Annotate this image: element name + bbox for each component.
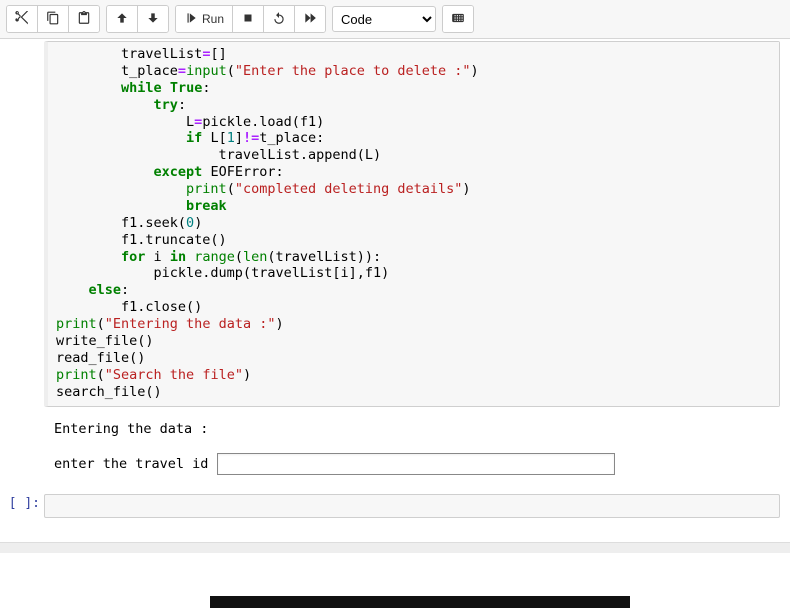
stop-icon — [241, 11, 255, 28]
code-cell: travelList=[] t_place=input("Enter the p… — [0, 39, 790, 413]
output-area: Entering the data : enter the travel id — [44, 413, 790, 485]
output-prompt — [0, 413, 44, 485]
empty-cell: [ ]: — [0, 492, 790, 524]
clipboard-group — [6, 5, 100, 33]
run-icon — [184, 11, 198, 28]
fast-forward-icon — [303, 11, 317, 28]
toolbar: Run CodeMarkdownRaw NBConvertHeading — [0, 0, 790, 39]
restart-button[interactable] — [263, 6, 294, 32]
output-cell: Entering the data : enter the travel id — [0, 413, 790, 485]
copy-button[interactable] — [37, 6, 68, 32]
move-down-button[interactable] — [137, 6, 168, 32]
paste-button[interactable] — [68, 6, 99, 32]
interrupt-button[interactable] — [232, 6, 263, 32]
move-up-button[interactable] — [107, 6, 137, 32]
command-palette-button[interactable] — [443, 6, 473, 32]
copy-icon — [46, 11, 60, 28]
move-group — [106, 5, 169, 33]
empty-code-editor[interactable] — [44, 494, 780, 518]
celltype-select[interactable]: CodeMarkdownRaw NBConvertHeading — [332, 6, 436, 32]
run-group: Run — [175, 5, 326, 33]
black-bar — [210, 596, 630, 608]
cut-button[interactable] — [7, 6, 37, 32]
notebook: travelList=[] t_place=input("Enter the p… — [0, 39, 790, 524]
arrow-down-icon — [146, 11, 160, 28]
empty-cell-prompt: [ ]: — [0, 492, 44, 524]
restart-run-all-button[interactable] — [294, 6, 325, 32]
arrow-up-icon — [115, 11, 129, 28]
run-label: Run — [202, 12, 224, 26]
footer-bar — [0, 542, 790, 553]
cmd-palette-group — [442, 5, 474, 33]
restart-icon — [272, 11, 286, 28]
code-prompt — [0, 39, 44, 413]
paste-icon — [77, 11, 91, 28]
output-line-1: Entering the data : — [54, 419, 780, 441]
scissors-icon — [15, 11, 29, 28]
keyboard-icon — [451, 11, 465, 28]
code-text: travelList=[] t_place=input("Enter the p… — [48, 42, 779, 406]
stdin-input[interactable] — [217, 453, 615, 475]
stdin-prompt-label: enter the travel id — [54, 456, 208, 472]
code-editor[interactable]: travelList=[] t_place=input("Enter the p… — [44, 41, 780, 407]
run-button[interactable]: Run — [176, 6, 232, 32]
